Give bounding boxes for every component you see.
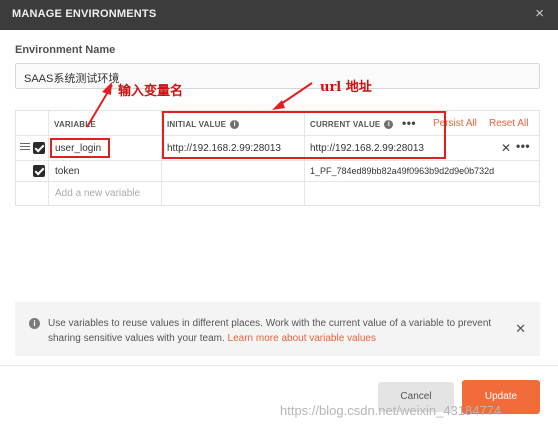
dialog-title: MANAGE ENVIRONMENTS [12,8,157,20]
info-text: Use variables to reuse values in differe… [48,318,492,344]
close-icon[interactable]: ✕ [515,321,526,337]
new-variable-input[interactable]: Add a new variable [55,188,140,199]
environment-name-label: Environment Name [15,44,116,56]
annotation-box-values [162,111,446,159]
drag-handle-icon[interactable] [20,143,30,152]
row-enable-checkbox[interactable] [33,165,45,177]
variable-name-cell[interactable]: token [55,166,79,177]
annotation-box-variable [50,138,110,158]
row-more-icon[interactable]: ••• [516,139,530,153]
dialog-titlebar: MANAGE ENVIRONMENTS × [0,0,558,30]
close-icon[interactable]: × [535,5,544,23]
current-value-cell[interactable]: 1_PF_784ed89bb82a49f0963b9d2d9e0b732d [310,166,494,176]
row-enable-checkbox[interactable] [33,142,45,154]
info-banner: i Use variables to reuse values in diffe… [15,302,540,356]
annotation-variable-note: 输入变量名 [118,84,184,99]
annotation-url-note: url 地址 [320,80,372,95]
header-variable: VARIABLE [54,120,96,129]
environment-name-input[interactable]: SAAS系统测试环境 [15,63,540,89]
delete-row-icon[interactable]: ✕ [501,141,511,155]
info-icon: i [29,318,40,329]
watermark: https://blog.csdn.net/weixin_43184774 [280,403,502,418]
footer-divider [0,365,558,366]
learn-more-link[interactable]: Learn more about variable values [228,333,376,344]
reset-all-button[interactable]: Reset All [489,118,528,129]
